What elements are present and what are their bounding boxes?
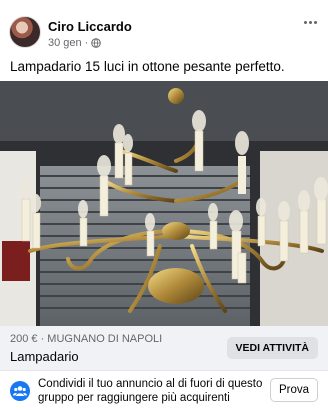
post-caption: Lampadario 15 luci in ottone pesante per… xyxy=(10,59,285,74)
share-text: Condividi il tuo annuncio al di fuori di… xyxy=(38,378,263,404)
listing-title: Lampadario xyxy=(10,349,79,364)
avatar[interactable] xyxy=(9,16,41,48)
more-options-icon[interactable] xyxy=(300,14,320,30)
group-icon xyxy=(10,381,30,401)
price-location: 200 € · MUGNANO DI NAPOLI xyxy=(10,333,163,345)
listing-info-bar[interactable]: 200 € · MUGNANO DI NAPOLI Lampadario VED… xyxy=(0,326,328,370)
view-activity-button[interactable]: VEDI ATTIVITÀ xyxy=(226,337,318,359)
globe-icon xyxy=(91,38,102,48)
post-meta: 30 gen · xyxy=(48,37,102,49)
author-name[interactable]: Ciro Liccardo xyxy=(48,19,132,34)
separator-dot: · xyxy=(84,37,89,49)
listing-photo[interactable] xyxy=(0,81,328,326)
try-button[interactable]: Prova xyxy=(269,378,318,402)
share-prompt: Condividi il tuo annuncio al di fuori di… xyxy=(0,370,328,410)
chandelier-image xyxy=(0,81,328,326)
post-time[interactable]: 30 gen xyxy=(48,37,82,49)
post-header: Ciro Liccardo 30 gen · xyxy=(0,0,328,52)
